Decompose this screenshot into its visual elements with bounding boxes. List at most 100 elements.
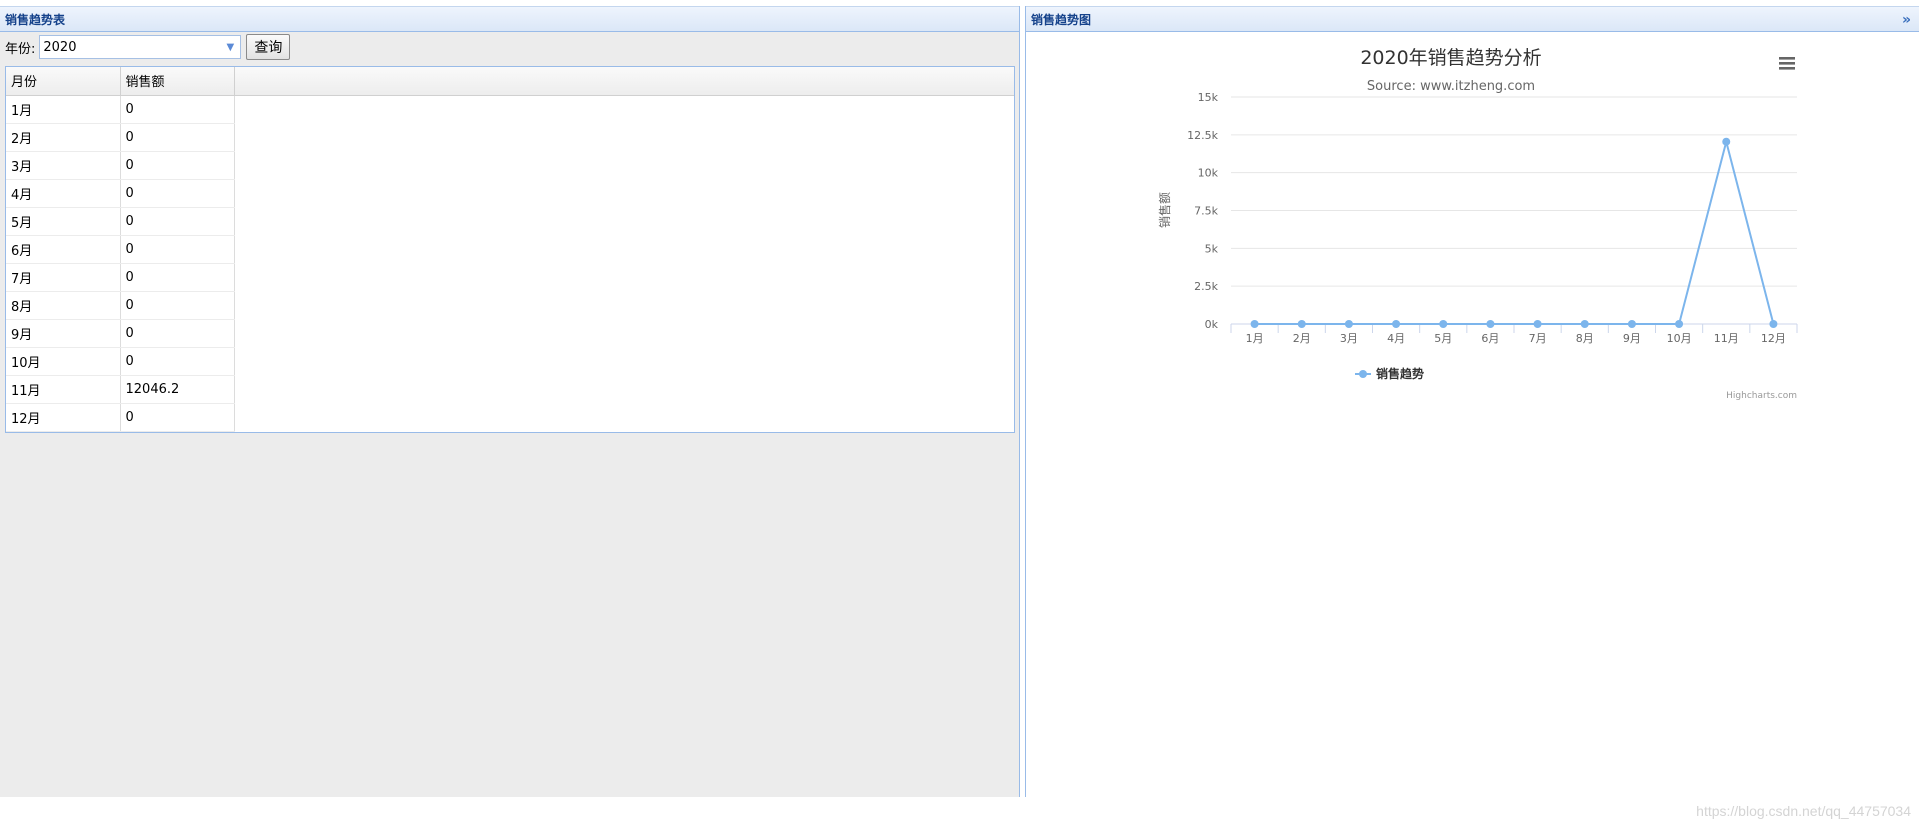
y-tick-label: 12.5k (1187, 129, 1218, 142)
table-row[interactable]: 2月 0 (6, 123, 235, 152)
y-tick-labels: 0k 2.5k 5k 7.5k 10k 12.5k 15k (1187, 91, 1218, 331)
sales-trend-chart: 2020年销售趋势分析 Source: www.itzheng.com 销售额 … (1157, 47, 1798, 401)
x-tick-label: 6月 (1481, 332, 1499, 345)
table-cell-month: 7月 (6, 263, 121, 292)
table-cell-month: 8月 (6, 291, 121, 320)
table-cell-sales: 0 (120, 263, 235, 292)
sales-data-grid: 月份 销售额 1月 0 2月 0 3月 0 4月 0 5月 0 6月 0 7月 0 8月 0 9月 0 10月 0 11… (5, 66, 1015, 433)
table-cell-sales: 0 (120, 179, 235, 208)
chart-title: 2020年销售趋势分析 (1360, 47, 1541, 69)
y-gridlines (1231, 96, 1797, 287)
column-header-month[interactable]: 月份 (6, 67, 121, 96)
data-point[interactable] (1580, 320, 1589, 328)
year-select[interactable]: 2020 ▼ (39, 35, 242, 59)
chart-area: 2020年销售趋势分析 Source: www.itzheng.com 销售额 … (1026, 34, 1918, 797)
data-point[interactable] (1486, 320, 1495, 328)
y-tick-label: 0k (1205, 318, 1219, 331)
chart-legend[interactable]: 销售趋势 (1355, 366, 1424, 381)
table-cell-sales: 0 (120, 319, 235, 348)
x-tick-label: 1月 (1246, 332, 1264, 345)
sales-chart-panel-title: 销售趋势图 (1031, 13, 1092, 27)
table-row[interactable]: 5月 0 (6, 207, 235, 236)
sales-table: 月份 销售额 1月 0 2月 0 3月 0 4月 0 5月 0 6月 0 7月 0 8月 0 9月 0 10月 0 11… (6, 67, 235, 432)
table-row[interactable]: 11月 12046.2 (6, 375, 235, 404)
sales-table-panel-header: 销售趋势表 (0, 6, 1019, 32)
table-row[interactable]: 10月 0 (6, 347, 235, 376)
table-row[interactable]: 4月 0 (6, 179, 235, 208)
year-label: 年份: (5, 41, 36, 57)
table-row[interactable]: 7月 0 (6, 263, 235, 292)
data-point[interactable] (1344, 320, 1353, 328)
x-tick-label: 2月 (1293, 332, 1311, 345)
sales-chart-panel: 销售趋势图 » 2020年销售趋势分析 Source: www.itzheng.… (1025, 6, 1919, 797)
table-cell-sales: 0 (120, 207, 235, 236)
year-select-value: 2020 (43, 39, 77, 55)
table-row[interactable]: 12月 0 (6, 403, 235, 432)
x-tick-label: 10月 (1667, 332, 1692, 345)
grid-header-fill (235, 67, 1014, 96)
x-tick-label: 12月 (1761, 332, 1786, 345)
table-cell-month: 3月 (6, 151, 121, 180)
table-cell-month: 12月 (6, 403, 121, 432)
x-tick-label: 8月 (1576, 332, 1594, 345)
table-cell-sales: 0 (120, 235, 235, 264)
data-point[interactable] (1533, 320, 1542, 328)
data-point[interactable] (1769, 320, 1778, 328)
data-point[interactable] (1627, 320, 1636, 328)
column-header-sales[interactable]: 销售额 (120, 67, 235, 96)
x-tick-label: 11月 (1714, 332, 1739, 345)
x-tick-label: 4月 (1387, 332, 1405, 345)
data-point[interactable] (1297, 320, 1306, 328)
table-cell-month: 9月 (6, 319, 121, 348)
hamburger-menu-icon[interactable] (1777, 55, 1797, 71)
data-point[interactable] (1439, 320, 1448, 328)
table-cell-sales: 0 (120, 403, 235, 432)
chevron-down-icon[interactable]: ▼ (220, 36, 240, 58)
table-cell-month: 11月 (6, 375, 121, 404)
table-cell-month: 5月 (6, 207, 121, 236)
query-toolbar: 年份: 2020 ▼ 查询 (0, 32, 1019, 62)
chart-subtitle: Source: www.itzheng.com (1367, 79, 1535, 94)
x-axis: 1月 2月 3月 4月 5月 6月 7月 8月 9月 10月 11月 12月 (1230, 323, 1798, 345)
data-point[interactable] (1722, 137, 1731, 146)
query-button[interactable]: 查询 (246, 34, 291, 60)
y-tick-label: 15k (1198, 91, 1219, 104)
legend-label[interactable]: 销售趋势 (1376, 366, 1424, 381)
series-layer (1250, 137, 1778, 328)
chart-credits[interactable]: Highcharts.com (1726, 391, 1797, 401)
table-row[interactable]: 8月 0 (6, 291, 235, 320)
table-cell-month: 10月 (6, 347, 121, 376)
table-cell-sales: 0 (120, 347, 235, 376)
table-cell-sales: 12046.2 (120, 375, 235, 404)
table-row[interactable]: 9月 0 (6, 319, 235, 348)
y-tick-label: 2.5k (1194, 280, 1218, 293)
series-line[interactable] (1254, 137, 1775, 325)
data-point[interactable] (1392, 320, 1401, 328)
y-tick-label: 5k (1205, 242, 1219, 255)
data-point[interactable] (1250, 320, 1259, 328)
x-tick-label: 5月 (1434, 332, 1452, 345)
x-tick-label: 7月 (1529, 332, 1547, 345)
y-axis-title: 销售额 (1157, 192, 1172, 228)
y-tick-label: 10k (1198, 167, 1219, 180)
sales-table-panel: 销售趋势表 年份: 2020 ▼ 查询 月份 销售额 1月 0 2月 0 3月 0 4月 0 5… (0, 6, 1020, 797)
watermark: https://blog.csdn.net/qq_44757034 (1696, 803, 1911, 819)
table-row[interactable]: 1月 0 (6, 95, 235, 124)
y-tick-label: 7.5k (1194, 205, 1218, 218)
table-row[interactable]: 3月 0 (6, 151, 235, 180)
table-cell-sales: 0 (120, 95, 235, 124)
table-cell-month: 2月 (6, 123, 121, 152)
table-cell-sales: 0 (120, 123, 235, 152)
sales-table-panel-title: 销售趋势表 (5, 13, 66, 27)
double-chevron-right-icon[interactable]: » (1902, 7, 1911, 33)
x-tick-label: 3月 (1340, 332, 1358, 345)
data-point[interactable] (1675, 320, 1684, 328)
legend-marker-icon (1359, 370, 1367, 378)
table-cell-sales: 0 (120, 151, 235, 180)
table-cell-month: 4月 (6, 179, 121, 208)
sales-chart-panel-header: 销售趋势图 » (1026, 6, 1919, 32)
table-cell-month: 6月 (6, 235, 121, 264)
table-cell-sales: 0 (120, 291, 235, 320)
table-row[interactable]: 6月 0 (6, 235, 235, 264)
table-cell-month: 1月 (6, 95, 121, 124)
